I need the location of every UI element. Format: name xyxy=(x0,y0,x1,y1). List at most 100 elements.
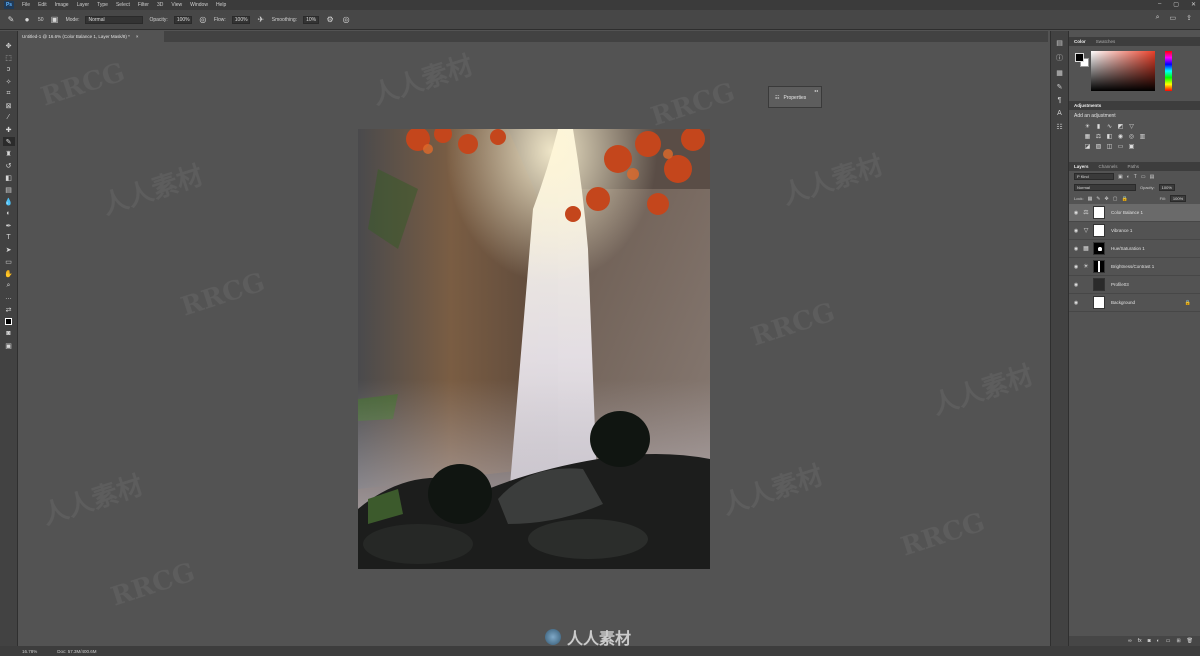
menu-layer[interactable]: Layer xyxy=(77,2,90,8)
layer-row-hue-saturation[interactable]: ◉ ▦ Hue/Saturation 1 xyxy=(1069,240,1200,258)
fill-input[interactable]: 100% xyxy=(1169,195,1186,202)
blend-mode-select[interactable]: Normal xyxy=(1074,184,1136,191)
tab-layers[interactable]: Layers xyxy=(1074,164,1089,169)
layer-row-color-balance[interactable]: ◉ ⚖ Color Balance 1 xyxy=(1069,204,1200,222)
pressure-opacity-icon[interactable]: ◎ xyxy=(198,15,208,25)
menu-3d[interactable]: 3D xyxy=(157,2,163,8)
share-icon[interactable]: ⇪ xyxy=(1186,14,1192,22)
tab-paths[interactable]: Paths xyxy=(1128,164,1140,169)
filter-pixel-icon[interactable]: ▣ xyxy=(1118,174,1123,180)
document-tab[interactable]: Untitled-1 @ 16.6% (Color Balance 1, Lay… xyxy=(18,31,164,42)
tab-swatches[interactable]: Swatches xyxy=(1096,39,1116,44)
layer-name[interactable]: Brightness/Contrast 1 xyxy=(1111,264,1154,269)
document-image[interactable] xyxy=(358,129,710,569)
color-balance-icon[interactable]: ⚖ xyxy=(1095,133,1102,140)
shape-tool-icon[interactable]: ▭ xyxy=(3,257,15,266)
color-field[interactable] xyxy=(1091,51,1155,91)
path-select-tool-icon[interactable]: ➤ xyxy=(3,245,15,254)
brightness-contrast-icon[interactable]: ☀ xyxy=(1084,123,1091,130)
vibrance-icon[interactable]: ▽ xyxy=(1128,123,1135,130)
layer-image-thumbnail[interactable] xyxy=(1093,278,1105,291)
exposure-icon[interactable]: ◩ xyxy=(1117,123,1124,130)
airbrush-icon[interactable]: ✈ xyxy=(256,15,266,25)
tab-adjustments[interactable]: Adjustments xyxy=(1074,103,1101,108)
close-icon[interactable]: ✕ xyxy=(1191,1,1196,8)
healing-brush-tool-icon[interactable]: ✚ xyxy=(3,125,15,134)
levels-icon[interactable]: ▮ xyxy=(1095,123,1102,130)
move-tool-icon[interactable]: ✥ xyxy=(3,41,15,50)
posterize-icon[interactable]: ▨ xyxy=(1095,143,1102,150)
new-group-icon[interactable]: ▭ xyxy=(1166,638,1171,644)
layer-row-profile[interactable]: ◉ Profile03 xyxy=(1069,276,1200,294)
visibility-eye-icon[interactable]: ◉ xyxy=(1071,282,1081,288)
close-tab-icon[interactable]: × xyxy=(136,34,139,39)
more-tools-icon[interactable]: … xyxy=(3,293,15,302)
clone-stamp-tool-icon[interactable]: ♜ xyxy=(3,149,15,158)
crop-tool-icon[interactable]: ⌗ xyxy=(3,89,15,98)
screen-mode-icon[interactable]: ▣ xyxy=(3,341,15,350)
smoothing-input[interactable]: 10% xyxy=(303,15,320,24)
brush-panel-icon[interactable]: ▣ xyxy=(50,15,60,25)
type-tool-icon[interactable]: T xyxy=(3,233,15,242)
mode-select[interactable]: Normal xyxy=(85,15,144,24)
color-lookup-icon[interactable]: ▥ xyxy=(1139,133,1146,140)
zoom-level[interactable]: 16.78% xyxy=(22,649,37,654)
menu-view[interactable]: View xyxy=(171,2,182,8)
maximize-icon[interactable]: ▢ xyxy=(1173,1,1179,8)
layer-name[interactable]: Hue/Saturation 1 xyxy=(1111,246,1145,251)
search-icon[interactable]: ⌕ xyxy=(1156,14,1160,22)
zoom-tool-icon[interactable]: ⌕ xyxy=(3,281,15,290)
selective-color-icon[interactable]: ▣ xyxy=(1128,143,1135,150)
hand-tool-icon[interactable]: ✋ xyxy=(3,269,15,278)
brush-tool-icon[interactable]: ✎ xyxy=(2,137,15,146)
minimize-icon[interactable]: – xyxy=(1158,1,1161,8)
layer-mask-thumbnail[interactable] xyxy=(1093,260,1105,273)
lock-position-icon[interactable]: ✥ xyxy=(1105,196,1109,202)
filter-type-icon[interactable]: T xyxy=(1134,174,1137,180)
foreground-color-swatch[interactable] xyxy=(3,317,15,326)
menu-help[interactable]: Help xyxy=(216,2,226,8)
quick-mask-icon[interactable]: ◙ xyxy=(3,329,15,338)
new-layer-icon[interactable]: ⊞ xyxy=(1176,638,1180,644)
delete-layer-icon[interactable]: 🗑 xyxy=(1187,638,1193,644)
menu-type[interactable]: Type xyxy=(97,2,108,8)
menu-window[interactable]: Window xyxy=(190,2,208,8)
dodge-tool-icon[interactable]: ◐ xyxy=(3,209,15,218)
layer-image-thumbnail[interactable] xyxy=(1093,296,1105,309)
clone-source-icon[interactable]: ✎ xyxy=(1057,83,1063,91)
menu-edit[interactable]: Edit xyxy=(38,2,47,8)
frame-tool-icon[interactable]: ⊠ xyxy=(3,101,15,110)
tab-color[interactable]: Color xyxy=(1074,39,1086,44)
layer-mask-thumbnail[interactable] xyxy=(1093,224,1105,237)
hue-saturation-icon[interactable]: ▦ xyxy=(1084,133,1091,140)
threshold-icon[interactable]: ◫ xyxy=(1106,143,1113,150)
blur-tool-icon[interactable]: 💧 xyxy=(3,197,15,206)
tab-channels[interactable]: Channels xyxy=(1099,164,1118,169)
menu-filter[interactable]: Filter xyxy=(138,2,149,8)
foreground-color-chip[interactable] xyxy=(1075,53,1084,62)
quick-select-tool-icon[interactable]: ✧ xyxy=(3,77,15,86)
new-adjustment-icon[interactable]: ◐ xyxy=(1157,638,1160,644)
layer-row-background[interactable]: ◉ Background 🔒 xyxy=(1069,294,1200,312)
workspace-icon[interactable]: ▭ xyxy=(1170,14,1177,22)
lasso-tool-icon[interactable]: ↄ xyxy=(3,65,15,74)
swap-colors-icon[interactable]: ⇄ xyxy=(3,305,15,314)
filter-smart-icon[interactable]: ▤ xyxy=(1150,174,1155,180)
paragraph-icon[interactable]: ¶ xyxy=(1058,97,1062,104)
lock-artboard-icon[interactable]: ▢ xyxy=(1113,196,1118,202)
gradient-tool-icon[interactable]: ▤ xyxy=(3,185,15,194)
visibility-eye-icon[interactable]: ◉ xyxy=(1071,246,1081,252)
photo-filter-icon[interactable]: ◉ xyxy=(1117,133,1124,140)
brush-tool-icon[interactable]: ✎ xyxy=(6,15,16,25)
info-icon[interactable]: ⓘ xyxy=(1056,53,1063,63)
visibility-eye-icon[interactable]: ◉ xyxy=(1071,300,1081,306)
menu-image[interactable]: Image xyxy=(55,2,69,8)
layer-style-icon[interactable]: fx xyxy=(1138,638,1142,644)
hue-slider[interactable] xyxy=(1165,51,1172,91)
layer-opacity-input[interactable]: 100% xyxy=(1158,184,1175,191)
brush-preset-icon[interactable]: ● xyxy=(22,15,32,25)
layer-mask-thumbnail[interactable] xyxy=(1093,206,1105,219)
black-white-icon[interactable]: ◧ xyxy=(1106,133,1113,140)
layer-name[interactable]: Vibrance 1 xyxy=(1111,228,1132,233)
filter-adjustment-icon[interactable]: ◐ xyxy=(1127,174,1130,180)
